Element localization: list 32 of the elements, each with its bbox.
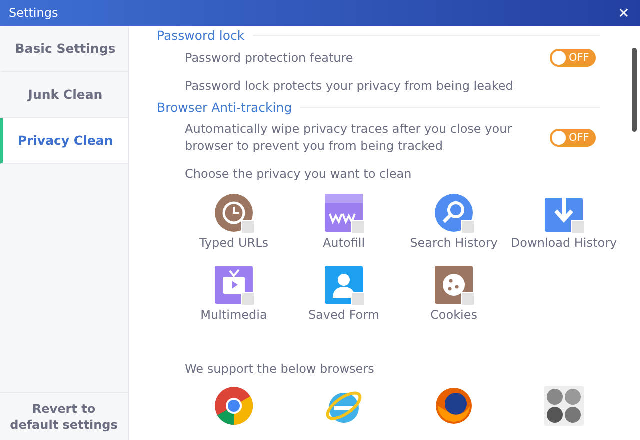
browser-logo-icon — [434, 386, 474, 426]
item-label: Search History — [410, 236, 498, 250]
person-icon — [325, 266, 363, 304]
setting-text: Automatically wipe privacy traces after you close your browser to prevent you from being tracked — [185, 121, 514, 155]
item-label: Cookies — [430, 308, 478, 322]
checkbox[interactable] — [351, 292, 365, 306]
browsers-heading: We support the below browsers — [185, 362, 376, 376]
checkbox[interactable] — [351, 220, 365, 234]
section-title: Password lock — [157, 28, 245, 43]
item-label: Multimedia — [200, 308, 268, 322]
item-label: Download History — [510, 236, 618, 250]
webpage-icon — [325, 194, 363, 232]
item-label: Autofill — [322, 236, 366, 250]
item-label: Typed URLs — [199, 236, 269, 250]
browser-logo-icon — [214, 386, 254, 426]
checkbox[interactable] — [461, 220, 475, 234]
checkbox[interactable] — [241, 220, 255, 234]
close-button[interactable]: ✕ — [618, 5, 630, 21]
setting-text: Choose the privacy you want to clean — [185, 166, 412, 183]
scrollbar[interactable] — [632, 48, 637, 132]
item-label: Saved Form — [308, 308, 380, 322]
sidebar-item[interactable]: Privacy Clean — [0, 118, 128, 164]
browser-logos-icon — [544, 386, 584, 426]
cookie-icon — [435, 266, 473, 304]
setting-text: Password lock protects your privacy from being leaked — [185, 78, 514, 95]
setting-text: Password protection feature — [185, 50, 354, 66]
checkbox[interactable] — [241, 292, 255, 306]
checkbox[interactable] — [571, 220, 585, 234]
section-title: Browser Anti-tracking — [157, 100, 292, 115]
checkbox[interactable] — [461, 292, 475, 306]
tv-icon — [215, 266, 253, 304]
window-title: Settings — [9, 6, 58, 20]
